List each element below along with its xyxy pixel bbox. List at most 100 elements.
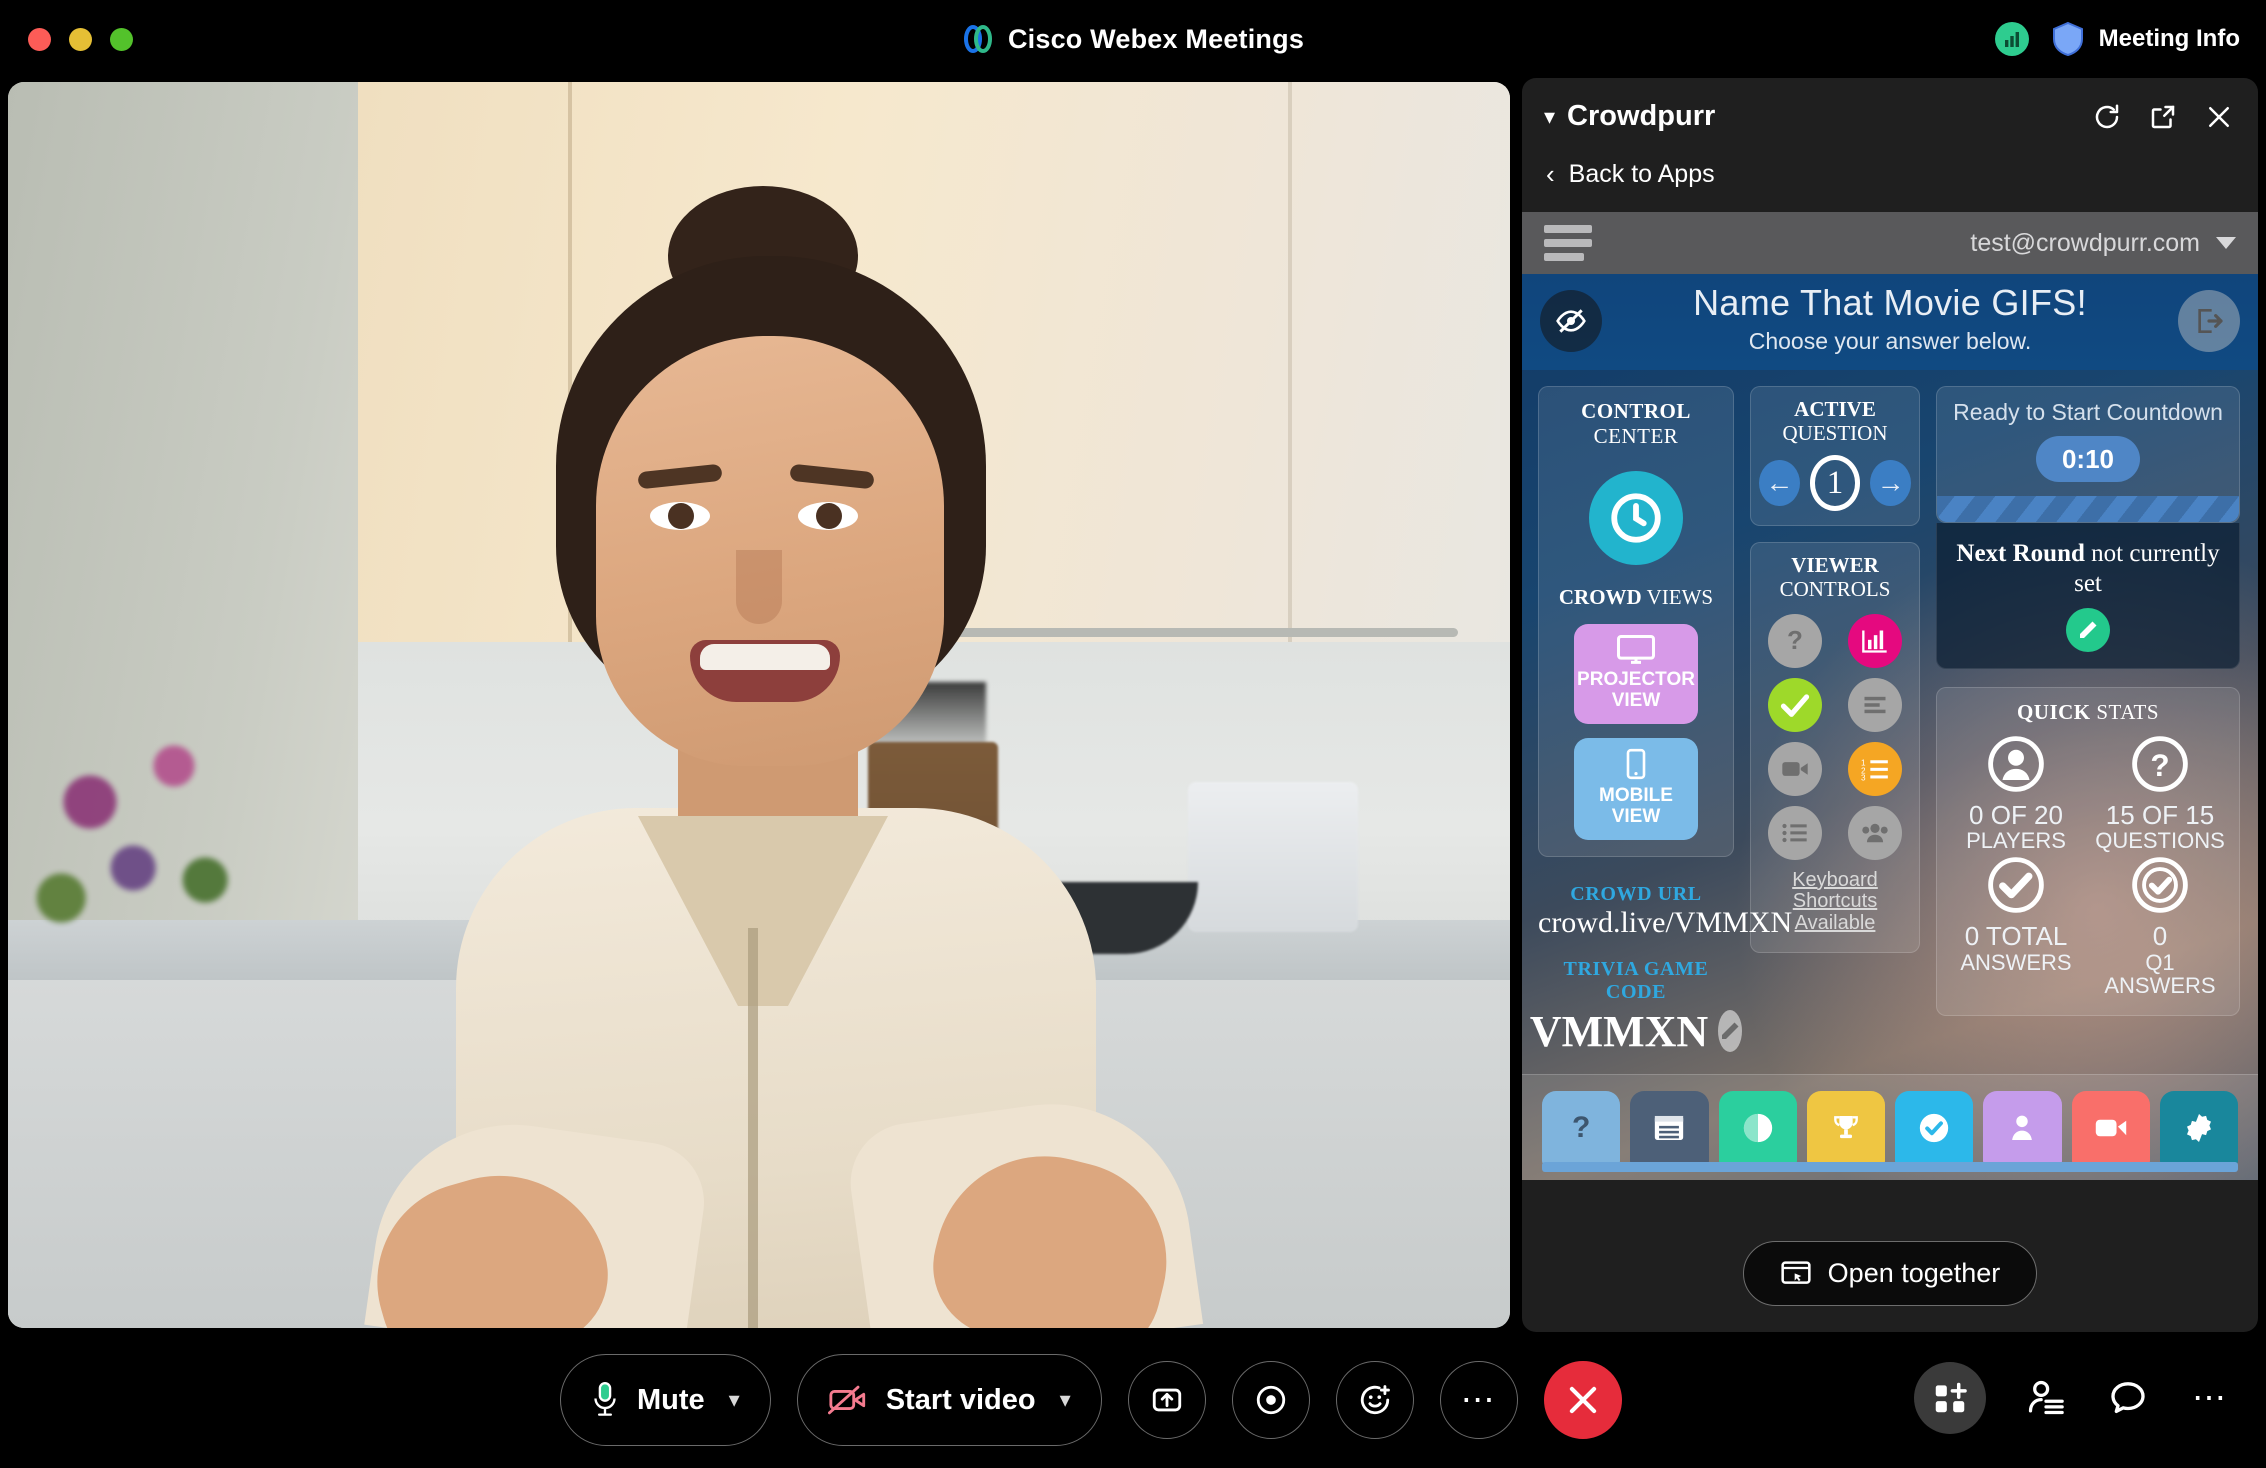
crowd-url-value[interactable]: crowd.live/VMMXN xyxy=(1538,906,1792,940)
chevron-left-icon: ‹ xyxy=(1546,159,1555,189)
title-bar: Cisco Webex Meetings Meeting Info xyxy=(0,0,2266,78)
mute-button[interactable]: Mute ▾ xyxy=(560,1354,771,1446)
share-screen-button[interactable] xyxy=(1127,1361,1206,1439)
start-video-button[interactable]: Start video ▾ xyxy=(796,1354,1102,1446)
tab-media[interactable] xyxy=(2071,1091,2150,1165)
group-users-icon[interactable] xyxy=(1848,805,1902,860)
meeting-info-button[interactable]: Meeting Info xyxy=(2051,21,2240,57)
chevron-down-icon[interactable]: ▾ xyxy=(1060,1387,1071,1413)
bar-chart-icon[interactable] xyxy=(1848,613,1902,668)
meeting-toolbar: Mute ▾ Start video ▾ ⋯ ⋯ xyxy=(0,1332,2266,1468)
crowdpurr-app-frame: test@crowdpurr.com Name That Movie GIFS!… xyxy=(1522,212,2258,1180)
check-circle-icon xyxy=(1988,857,2044,914)
participants-button[interactable] xyxy=(2024,1376,2068,1420)
game-code-label: TRIVIA GAME CODE xyxy=(1563,957,1709,1003)
screen-share-icon xyxy=(1781,1260,1811,1284)
quick-stats-grid: 0 OF 20 PLAYERS ? 15 OF 15 QUESTIONS 0 T… xyxy=(1947,735,2229,997)
active-question-card: ACTIVE QUESTION ← 1 → xyxy=(1750,386,1920,527)
tab-awards[interactable] xyxy=(2159,1091,2238,1165)
crowd-url-label: CROWD URL xyxy=(1570,882,1702,905)
help-icon[interactable]: ? xyxy=(1768,613,1822,668)
participant-video-person xyxy=(338,168,1204,1328)
next-round-card: Next Round not currently set xyxy=(1936,523,2240,669)
countdown-status: Ready to Start Countdown xyxy=(1953,399,2223,425)
back-to-apps-button[interactable]: ‹ Back to Apps xyxy=(1522,139,2258,212)
maximize-window-button[interactable] xyxy=(110,27,133,51)
tab-contrast[interactable] xyxy=(1718,1091,1797,1165)
app-title: Cisco Webex Meetings xyxy=(0,0,2266,78)
hide-eye-icon[interactable] xyxy=(1540,290,1602,352)
bullet-list-icon[interactable] xyxy=(1768,805,1822,860)
game-code-value: VMMXN xyxy=(1529,1006,1709,1056)
user-icon xyxy=(1988,736,2044,792)
arrow-right-icon[interactable]: → xyxy=(1870,460,1912,507)
tab-help[interactable]: ? xyxy=(1542,1091,1621,1165)
control-center-column: CONTROL CENTER CROWD VIEWS PROJECTOR VIE… xyxy=(1530,386,1792,1073)
signal-bars-icon[interactable] xyxy=(1994,22,2029,56)
arrow-left-icon[interactable]: ← xyxy=(1759,460,1800,507)
open-external-icon[interactable] xyxy=(2148,102,2178,132)
svg-text:?: ? xyxy=(2150,748,2169,783)
chat-button[interactable] xyxy=(2106,1376,2150,1420)
start-video-label: Start video xyxy=(885,1383,1036,1416)
crowdpurr-topbar: test@crowdpurr.com xyxy=(1522,212,2258,274)
title-bar-right: Meeting Info xyxy=(1994,0,2240,78)
open-together-button[interactable]: Open together xyxy=(1742,1241,2038,1306)
mobile-view-label-1: MOBILE xyxy=(1599,784,1673,806)
apps-button[interactable] xyxy=(1914,1362,1986,1434)
chevron-down-icon[interactable]: ▾ xyxy=(1544,105,1555,128)
keyboard-shortcuts-note[interactable]: Keyboard Shortcuts Available xyxy=(1759,869,1911,935)
stat-total-answers-label: ANSWERS xyxy=(1960,949,2072,975)
exit-arrow-icon[interactable] xyxy=(2178,290,2240,352)
pencil-icon[interactable] xyxy=(1718,1010,1743,1053)
reactions-button[interactable] xyxy=(1335,1361,1414,1439)
pencil-icon[interactable] xyxy=(2066,608,2110,652)
end-call-icon xyxy=(1569,1386,1596,1414)
close-icon[interactable] xyxy=(2204,102,2234,132)
projector-view-button[interactable]: PROJECTOR VIEW xyxy=(1574,624,1698,724)
toolbar-more-button[interactable]: ⋯ xyxy=(2188,1376,2232,1420)
tab-players[interactable] xyxy=(1983,1091,2062,1165)
control-center-card: CONTROL CENTER CROWD VIEWS PROJECTOR VIE… xyxy=(1538,386,1734,857)
next-round-text: Next Round not currently set xyxy=(1956,540,2220,597)
window-controls[interactable] xyxy=(0,27,133,51)
stat-questions-value: 15 OF 15 xyxy=(2105,800,2215,830)
align-text-icon[interactable] xyxy=(1848,677,1902,732)
chevron-down-icon[interactable]: ▾ xyxy=(729,1387,740,1413)
clock-icon[interactable] xyxy=(1589,471,1683,565)
minimize-window-button[interactable] xyxy=(69,27,92,51)
crowd-views-title: CROWD VIEWS xyxy=(1558,585,1714,609)
numbered-list-icon[interactable]: 123 xyxy=(1848,741,1902,796)
mobile-view-button[interactable]: MOBILE VIEW xyxy=(1574,737,1698,840)
stat-q1-answers-label: Q1 ANSWERS xyxy=(2104,949,2216,998)
stat-questions-label: QUESTIONS xyxy=(2095,828,2225,854)
more-options-button[interactable]: ⋯ xyxy=(1439,1361,1518,1439)
game-title: Name That Movie GIFS! xyxy=(1693,282,2087,323)
tab-leaderboard[interactable] xyxy=(1806,1091,1885,1165)
apps-grid-plus-icon xyxy=(1935,1382,1967,1413)
countdown-time[interactable]: 0:10 xyxy=(2036,436,2140,482)
video-icon[interactable] xyxy=(1768,741,1822,796)
toolbar-center-controls: Mute ▾ Start video ▾ ⋯ xyxy=(560,1354,1622,1446)
stat-players: 0 OF 20 PLAYERS xyxy=(1947,735,2085,852)
video-stage[interactable] xyxy=(8,82,1510,1328)
tab-answers[interactable] xyxy=(1895,1091,1974,1165)
hamburger-menu-icon[interactable] xyxy=(1544,225,1592,261)
refresh-icon[interactable] xyxy=(2092,102,2122,132)
panel-header: ▾ Crowdpurr xyxy=(1522,78,2258,139)
viewer-controls-title: VIEWER CONTROLS xyxy=(1779,553,1891,602)
projector-view-label-2: VIEW xyxy=(1611,689,1661,711)
tab-list[interactable] xyxy=(1630,1091,1709,1165)
video-off-icon xyxy=(827,1385,865,1415)
close-window-button[interactable] xyxy=(28,27,51,51)
toolbar-right-controls: ⋯ xyxy=(1914,1362,2232,1434)
middle-column: ACTIVE QUESTION ← 1 → VIEWER CONTROLS ? … xyxy=(1750,386,1920,1073)
account-menu[interactable]: test@crowdpurr.com xyxy=(1970,229,2236,258)
end-call-button[interactable] xyxy=(1543,1361,1622,1439)
viewer-controls-grid: ? 123 xyxy=(1759,613,1911,860)
record-button[interactable] xyxy=(1231,1361,1310,1439)
share-screen-icon xyxy=(1152,1388,1181,1412)
tab-active-indicator xyxy=(1542,1162,2238,1172)
viewer-controls-card: VIEWER CONTROLS ? 1 2 3 Keyboard Shortcu… xyxy=(1750,542,1920,954)
check-icon[interactable] xyxy=(1768,677,1822,732)
